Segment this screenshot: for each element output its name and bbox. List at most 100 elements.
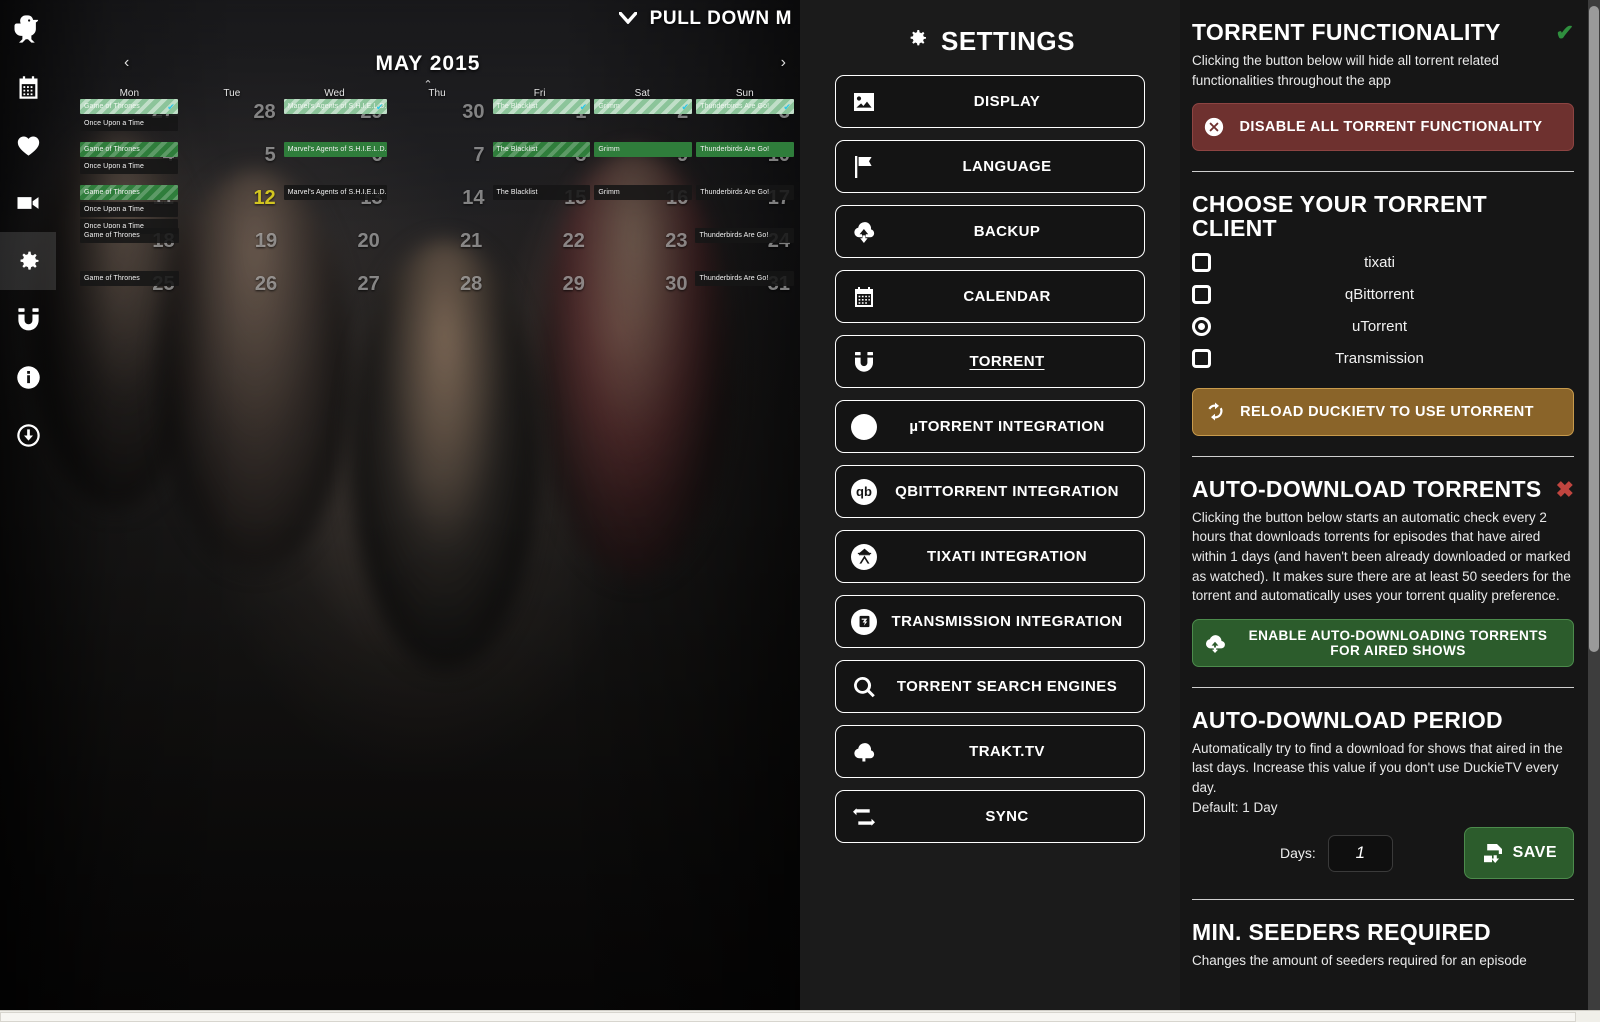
- horizontal-scrollbar[interactable]: [0, 1010, 1600, 1022]
- calendar-event[interactable]: Grimm: [594, 185, 693, 200]
- calendar-event[interactable]: Game of Thrones: [80, 228, 179, 243]
- calendar-day-cell[interactable]: 27: [283, 271, 386, 314]
- calendar-day-cell[interactable]: 4Game of ThronesOnce Upon a Time: [78, 142, 180, 185]
- calendar-event[interactable]: Once Upon a Time: [80, 159, 178, 174]
- settings-menu-item-backup[interactable]: BACKUP: [835, 205, 1145, 258]
- torrent-client-option-transmission[interactable]: Transmission: [1192, 343, 1574, 375]
- calendar-day-cell[interactable]: 18Game of Thrones: [78, 228, 181, 271]
- settings-menu-item-transmission-integration[interactable]: TRANSMISSION INTEGRATION: [835, 595, 1145, 648]
- calendar-day-cell[interactable]: 17Thunderbirds Are Go!: [694, 185, 796, 228]
- calendar-event[interactable]: Thunderbirds Are Go!: [695, 228, 795, 243]
- sidebar-item-downloads[interactable]: [0, 406, 56, 464]
- days-input[interactable]: [1327, 834, 1393, 872]
- settings-menu-item-sync[interactable]: SYNC: [835, 790, 1145, 843]
- torrent-client-option-utorrent[interactable]: uTorrent: [1192, 311, 1574, 343]
- calendar-event[interactable]: Grimm: [594, 142, 693, 157]
- calendar-event[interactable]: Once Upon a Time: [80, 116, 178, 131]
- radio-unselected-icon[interactable]: [1192, 253, 1211, 273]
- calendar-event[interactable]: The Blacklist: [492, 142, 591, 157]
- calendar-day-cell[interactable]: 27Game of Thrones✔Once Upon a Time: [78, 99, 180, 142]
- enable-auto-downloading-button[interactable]: ENABLE AUTO-DOWNLOADING TORRENTS FOR AIR…: [1192, 618, 1574, 667]
- calendar-day-cell[interactable]: 13Marvel's Agents of S.H.I.E.L.D.: [282, 185, 389, 228]
- calendar-day-cell[interactable]: 28: [386, 271, 489, 314]
- calendar-event[interactable]: Thunderbirds Are Go!: [696, 142, 795, 157]
- calendar-event[interactable]: Marvel's Agents of S.H.I.E.L.D.: [283, 185, 387, 200]
- duckietv-logo-icon[interactable]: [0, 2, 56, 58]
- settings-menu-item-language[interactable]: LANGUAGE: [835, 140, 1145, 193]
- sidebar-item-torrent[interactable]: [0, 290, 56, 348]
- calendar-event[interactable]: The Blacklist ✔: [492, 99, 591, 114]
- calendar-day-cell[interactable]: 26: [181, 271, 284, 314]
- calendar-event[interactable]: Marvel's Agents of S.H.I.E.L.D.: [283, 142, 387, 157]
- sidebar-item-favorites[interactable]: [0, 116, 56, 174]
- calendar-day-cell[interactable]: 6Marvel's Agents of S.H.I.E.L.D.: [282, 142, 389, 185]
- calendar-day-cell[interactable]: 19: [181, 228, 284, 271]
- calendar-day-cell[interactable]: 29Marvel's Agents of S.H.I.E.L.D.✔: [282, 99, 389, 142]
- pull-down-menu-toggle[interactable]: PULL DOWN M: [617, 8, 792, 30]
- calendar-day-cell[interactable]: 31Thunderbirds Are Go!: [693, 271, 796, 314]
- radio-unselected-icon[interactable]: [1192, 349, 1211, 369]
- calendar-event[interactable]: Game of Thrones ✔: [80, 99, 178, 114]
- calendar-event[interactable]: Grimm ✔: [594, 99, 693, 114]
- calendar-day-cell[interactable]: 7: [389, 142, 491, 185]
- calendar-day-cell[interactable]: 1The Blacklist✔: [491, 99, 593, 142]
- next-month-button[interactable]: ›: [781, 54, 786, 72]
- sidebar-item-watchlist[interactable]: [0, 174, 56, 232]
- calendar-day-cell[interactable]: 11Game of ThronesOnce Upon a TimeOnce Up…: [78, 185, 180, 234]
- calendar-day-cell[interactable]: 22: [488, 228, 591, 271]
- calendar-day-cell[interactable]: 8The Blacklist: [491, 142, 593, 185]
- calendar-event[interactable]: Thunderbirds Are Go!: [696, 185, 795, 200]
- calendar-day-cell[interactable]: 20: [283, 228, 386, 271]
- calendar-day-cell[interactable]: 25Game of Thrones: [78, 271, 181, 314]
- torrent-functionality-status-badge: ✔: [1555, 20, 1574, 45]
- settings-menu-item-tixati-integration[interactable]: TIXATI INTEGRATION: [835, 530, 1145, 583]
- settings-menu-item-torrent-integration[interactable]: µTORRENT INTEGRATION: [835, 400, 1145, 453]
- calendar-day-cell[interactable]: 10Thunderbirds Are Go!: [694, 142, 796, 185]
- vertical-scrollbar-thumb[interactable]: [1589, 6, 1599, 652]
- settings-menu-item-display[interactable]: DISPLAY: [835, 75, 1145, 128]
- radio-selected-icon[interactable]: [1192, 317, 1211, 337]
- sidebar-item-about[interactable]: [0, 348, 56, 406]
- calendar-event[interactable]: The Blacklist: [492, 185, 591, 200]
- disable-all-torrent-functionality-button[interactable]: DISABLE ALL TORRENT FUNCTIONALITY: [1192, 103, 1574, 152]
- calendar-day-cell[interactable]: 15The Blacklist: [491, 185, 593, 228]
- calendar-event[interactable]: Game of Thrones: [80, 271, 179, 286]
- settings-menu-item-torrent[interactable]: TORRENT: [835, 335, 1145, 388]
- calendar-day-cell[interactable]: 28: [180, 99, 282, 142]
- vertical-scrollbar[interactable]: [1588, 0, 1600, 1010]
- calendar-event[interactable]: Game of Thrones: [80, 142, 178, 157]
- calendar-day-cell[interactable]: 14: [389, 185, 491, 228]
- calendar-day-cell[interactable]: 30: [389, 99, 491, 142]
- torrent-client-option-qbittorrent[interactable]: qBittorrent: [1192, 279, 1574, 311]
- torrent-client-option-tixati[interactable]: tixati: [1192, 247, 1574, 279]
- transmission-icon: [849, 608, 879, 635]
- horizontal-scrollbar-thumb[interactable]: [0, 1012, 1576, 1022]
- calendar-event[interactable]: Thunderbirds Are Go!: [695, 271, 795, 286]
- calendar-day-cell[interactable]: 24Thunderbirds Are Go!: [693, 228, 796, 271]
- calendar-day-cell[interactable]: 12: [180, 185, 282, 228]
- settings-menu-item-calendar[interactable]: CALENDAR: [835, 270, 1145, 323]
- calendar-week-row: 18Game of Thrones 19 20 21 22 2324Thunderbird…: [78, 228, 796, 271]
- save-button[interactable]: SAVE: [1463, 827, 1574, 880]
- calendar-event[interactable]: Once Upon a Time: [80, 202, 178, 217]
- sidebar-item-settings[interactable]: [0, 232, 56, 290]
- calendar-event[interactable]: Thunderbirds Are Go! ✔: [696, 99, 795, 114]
- reload-duckietv-button[interactable]: RELOAD DUCKIETV TO USE UTORRENT: [1192, 387, 1574, 436]
- calendar-day-cell[interactable]: 29: [488, 271, 591, 314]
- calendar-event[interactable]: Game of Thrones: [80, 185, 178, 200]
- calendar-day-cell[interactable]: 16Grimm: [592, 185, 694, 228]
- calendar-day-cell[interactable]: 30: [591, 271, 694, 314]
- calendar-day-cell[interactable]: 9Grimm: [592, 142, 694, 185]
- calendar-day-cell[interactable]: 3Thunderbirds Are Go!✔: [694, 99, 796, 142]
- prev-month-button[interactable]: ‹: [124, 54, 129, 72]
- sidebar-item-calendar[interactable]: [0, 58, 56, 116]
- calendar-day-cell[interactable]: 5: [180, 142, 282, 185]
- settings-menu-item-qbittorrent-integration[interactable]: qb QBITTORRENT INTEGRATION: [835, 465, 1145, 518]
- calendar-day-cell[interactable]: 2Grimm✔: [592, 99, 694, 142]
- settings-menu-item-torrent-search-engines[interactable]: TORRENT SEARCH ENGINES: [835, 660, 1145, 713]
- calendar-event[interactable]: Marvel's Agents of S.H.I.E.L.D. ✔: [283, 99, 387, 114]
- calendar-day-cell[interactable]: 23: [591, 228, 694, 271]
- settings-menu-item-trakt-tv[interactable]: TRAKT.TV: [835, 725, 1145, 778]
- calendar-day-cell[interactable]: 21: [386, 228, 489, 271]
- radio-unselected-icon[interactable]: [1192, 285, 1211, 305]
